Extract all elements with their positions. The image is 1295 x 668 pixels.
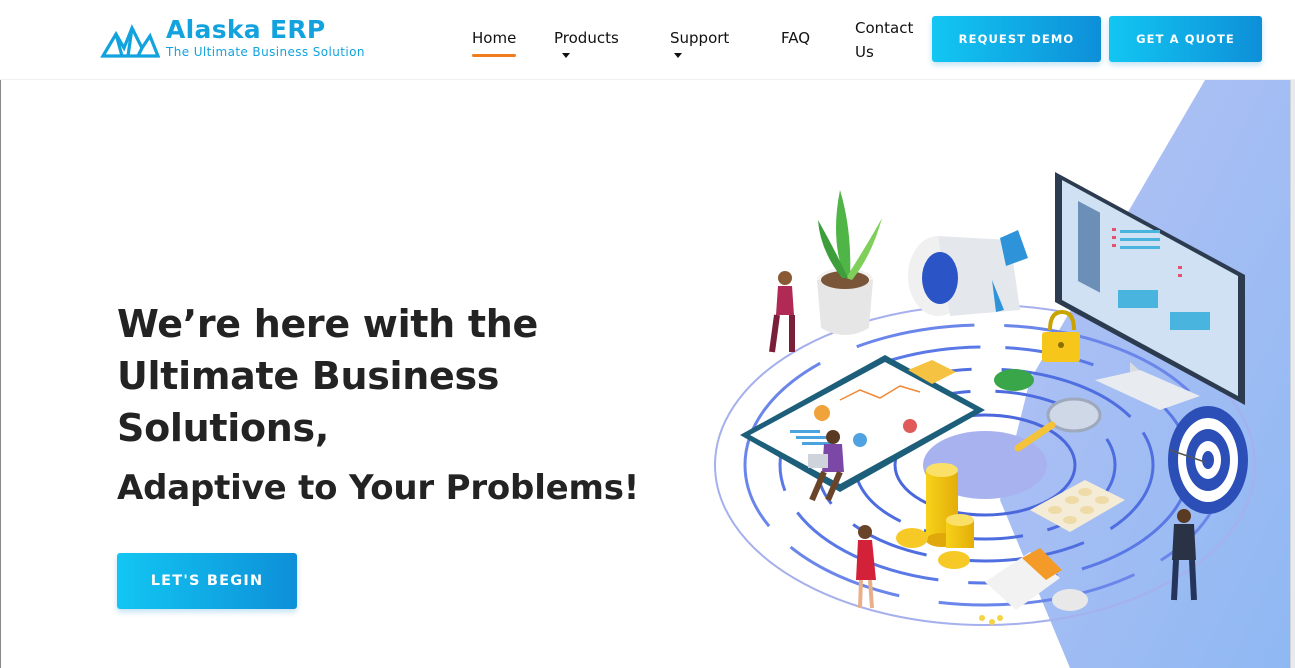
nav-products[interactable]: Products xyxy=(554,29,619,65)
megaphone xyxy=(908,230,1028,316)
caret-down-icon xyxy=(674,52,682,58)
nav-products-label: Products xyxy=(554,29,619,47)
nav-support[interactable]: Support xyxy=(670,29,729,65)
green-badge xyxy=(994,369,1034,391)
mountain-logo-icon xyxy=(100,24,160,58)
page-edge-left xyxy=(0,80,1,668)
nav-support-label: Support xyxy=(670,29,730,47)
hero-title: We’re here with the Ultimate Business So… xyxy=(117,302,538,450)
padlock xyxy=(1042,309,1080,362)
nav-home[interactable]: Home xyxy=(472,29,517,57)
brand-tagline: The Ultimate Business Solution xyxy=(166,45,365,59)
dartboard-target xyxy=(1168,406,1248,514)
scrollbar-track[interactable] xyxy=(1290,80,1295,668)
nav-faq[interactable]: FAQ xyxy=(781,29,810,47)
request-demo-button[interactable]: REQUEST DEMO xyxy=(932,16,1101,62)
get-quote-button[interactable]: GET A QUOTE xyxy=(1109,16,1262,62)
brand-logo[interactable]: Alaska ERP The Ultimate Business Solutio… xyxy=(100,14,365,60)
nav-contact[interactable]: Contact Us xyxy=(855,16,917,64)
brand-text: Alaska ERP The Ultimate Business Solutio… xyxy=(166,15,365,59)
hero-subtitle: Adaptive to Your Problems! xyxy=(117,468,640,508)
plant-pot xyxy=(817,190,882,335)
caret-down-icon xyxy=(562,52,570,58)
site-header: Alaska ERP The Ultimate Business Solutio… xyxy=(0,0,1295,80)
brand-name: Alaska ERP xyxy=(166,15,326,44)
business-illustration xyxy=(714,80,1290,668)
person-presenting xyxy=(769,271,795,353)
lets-begin-button[interactable]: LET'S BEGIN xyxy=(117,553,297,609)
